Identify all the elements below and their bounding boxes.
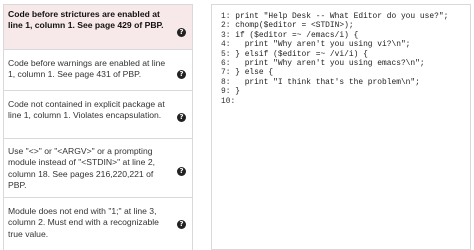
violation-item[interactable]: Code not contained in explicit package a…	[4, 91, 192, 139]
code-line: 10:	[221, 97, 448, 106]
violation-item[interactable]: Code before warnings are enabled at line…	[4, 50, 192, 91]
violations-list: Code before strictures are enabled at li…	[3, 4, 193, 250]
violation-item[interactable]: Code before strictures are enabled at li…	[4, 4, 192, 50]
violation-text: Code before warnings are enabled at line…	[8, 58, 166, 80]
violation-text: Use "<>" or "<ARGV>" or a prompting modu…	[8, 146, 156, 190]
code-text: print "Why aren't you using emacs?\n";	[230, 58, 425, 68]
question-icon[interactable]: ?	[177, 113, 186, 122]
code-line: 8: print "I think that's the problem\n";	[221, 78, 448, 87]
code-text: } elsif ($editor =~ /vi/i) {	[230, 49, 368, 59]
question-icon[interactable]: ?	[177, 167, 186, 176]
question-icon[interactable]: ?	[177, 70, 186, 79]
code-text: if ($editor =~ /emacs/i) {	[230, 30, 359, 40]
code-line: 2: chomp($editor = <STDIN>);	[221, 21, 448, 30]
code-editor[interactable]: 1: print "Help Desk -- What Editor do yo…	[211, 4, 471, 250]
violation-item[interactable]: Module does not end with "1;" at line 3,…	[4, 198, 192, 250]
code-text: print "Why aren't you using vi?\n";	[230, 40, 411, 50]
violation-text: Code before strictures are enabled at li…	[8, 9, 164, 31]
code-line: 6: print "Why aren't you using emacs?\n"…	[221, 59, 448, 68]
violation-text: Module does not end with "1;" at line 3,…	[8, 206, 159, 239]
code-listing: 1: print "Help Desk -- What Editor do yo…	[221, 12, 448, 106]
code-text: } else {	[230, 68, 274, 78]
violation-item[interactable]: Use "<>" or "<ARGV>" or a prompting modu…	[4, 139, 192, 198]
code-line: 5: } elsif ($editor =~ /vi/i) {	[221, 50, 448, 59]
code-line: 1: print "Help Desk -- What Editor do yo…	[221, 12, 448, 21]
code-line: 7: } else {	[221, 68, 448, 77]
code-text: }	[230, 87, 240, 97]
code-text: print "Help Desk -- What Editor do you u…	[230, 12, 449, 21]
code-line: 4: print "Why aren't you using vi?\n";	[221, 40, 448, 49]
violation-text: Code not contained in explicit package a…	[8, 99, 165, 121]
code-text: chomp($editor = <STDIN>);	[230, 21, 354, 31]
question-icon[interactable]: ?	[177, 220, 186, 229]
code-text: print "I think that's the problem\n";	[230, 77, 420, 87]
code-line: 3: if ($editor =~ /emacs/i) {	[221, 31, 448, 40]
code-line: 9: }	[221, 87, 448, 96]
question-icon[interactable]: ?	[177, 28, 186, 37]
line-number: 10:	[221, 96, 236, 106]
